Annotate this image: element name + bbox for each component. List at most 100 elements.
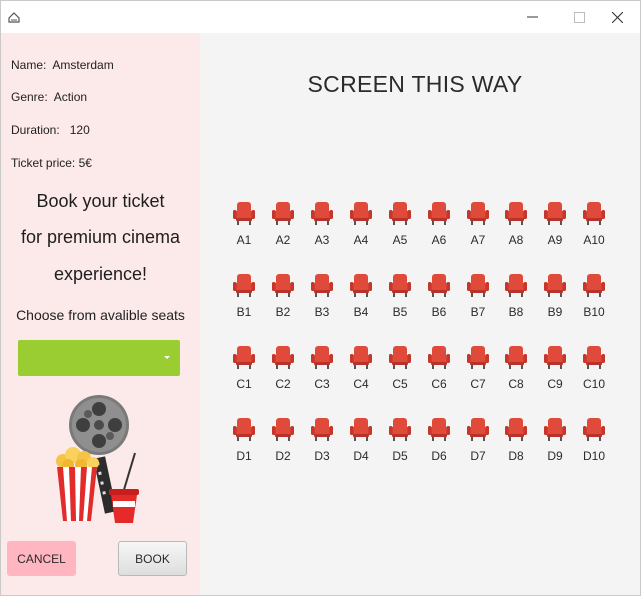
- seat-d10[interactable]: D10: [574, 417, 614, 479]
- ticket-price-row: Ticket price: 5€: [11, 156, 92, 170]
- seat-d1[interactable]: D1: [224, 417, 264, 479]
- seat-d7[interactable]: D7: [458, 417, 498, 479]
- seat-d2[interactable]: D2: [263, 417, 303, 479]
- seat-label: B3: [314, 305, 330, 319]
- cinema-seat-icon: [467, 346, 489, 369]
- seat-a7[interactable]: A7: [458, 201, 498, 263]
- cinema-seat-icon: [505, 274, 527, 297]
- seat-label: B4: [353, 305, 369, 319]
- cinema-seat-icon: [583, 202, 605, 225]
- minimize-button[interactable]: [509, 1, 555, 33]
- seat-b4[interactable]: B4: [341, 273, 381, 335]
- cinema-seat-icon: [467, 274, 489, 297]
- seat-a9[interactable]: A9: [535, 201, 575, 263]
- cinema-seat-icon: [505, 346, 527, 369]
- seat-label: B10: [583, 305, 605, 319]
- seat-label: B1: [236, 305, 252, 319]
- seat-d5[interactable]: D5: [380, 417, 420, 479]
- cinema-seat-icon: [428, 274, 450, 297]
- maximize-icon: [573, 11, 585, 23]
- cinema-seat-icon: [467, 418, 489, 441]
- seat-b8[interactable]: B8: [496, 273, 536, 335]
- movie-name-label: Name:: [11, 58, 47, 72]
- cinema-seat-icon: [428, 418, 450, 441]
- seat-b10[interactable]: B10: [574, 273, 614, 335]
- seat-d6[interactable]: D6: [419, 417, 459, 479]
- seat-c5[interactable]: C5: [380, 345, 420, 407]
- seat-label: A3: [314, 233, 330, 247]
- cinema-seat-icon: [233, 418, 255, 441]
- film-reel-popcorn-drink-icon: [56, 395, 139, 523]
- seat-c3[interactable]: C3: [302, 345, 342, 407]
- seat-a4[interactable]: A4: [341, 201, 381, 263]
- cinema-seat-icon: [389, 346, 411, 369]
- seat-label: C8: [508, 377, 524, 391]
- seat-label: B5: [392, 305, 408, 319]
- seat-b1[interactable]: B1: [224, 273, 264, 335]
- seat-a1[interactable]: A1: [224, 201, 264, 263]
- seat-d4[interactable]: D4: [341, 417, 381, 479]
- seat-c8[interactable]: C8: [496, 345, 536, 407]
- seat-b3[interactable]: B3: [302, 273, 342, 335]
- seat-d9[interactable]: D9: [535, 417, 575, 479]
- seat-a5[interactable]: A5: [380, 201, 420, 263]
- movie-duration-label: Duration:: [11, 123, 60, 137]
- seat-c10[interactable]: C10: [574, 345, 614, 407]
- ticket-price-label: Ticket price:: [11, 156, 76, 170]
- seat-label: D5: [392, 449, 408, 463]
- seat-a10[interactable]: A10: [574, 201, 614, 263]
- seat-label: A6: [431, 233, 447, 247]
- app-window: Name: Amsterdam Genre: Action Duration: …: [0, 0, 641, 596]
- cinema-seat-icon: [505, 418, 527, 441]
- cancel-button[interactable]: CANCEL: [7, 541, 76, 576]
- seat-label: A5: [392, 233, 408, 247]
- cinema-seat-icon: [311, 202, 333, 225]
- seat-c4[interactable]: C4: [341, 345, 381, 407]
- seat-label: C7: [470, 377, 486, 391]
- seat-c9[interactable]: C9: [535, 345, 575, 407]
- seat-label: D6: [431, 449, 447, 463]
- seat-label: A9: [547, 233, 563, 247]
- screen-direction-label: SCREEN THIS WAY: [307, 71, 523, 97]
- app-icon: [8, 12, 20, 23]
- seat-c7[interactable]: C7: [458, 345, 498, 407]
- seat-label: B6: [431, 305, 447, 319]
- seat-b5[interactable]: B5: [380, 273, 420, 335]
- cinema-seat-icon: [233, 202, 255, 225]
- seat-c6[interactable]: C6: [419, 345, 459, 407]
- seat-b9[interactable]: B9: [535, 273, 575, 335]
- seat-b6[interactable]: B6: [419, 273, 459, 335]
- seat-label: B8: [508, 305, 524, 319]
- seat-d8[interactable]: D8: [496, 417, 536, 479]
- cinema-seat-icon: [389, 274, 411, 297]
- seat-b7[interactable]: B7: [458, 273, 498, 335]
- cinema-seat-icon: [233, 274, 255, 297]
- seat-label: D4: [353, 449, 369, 463]
- seat-c2[interactable]: C2: [263, 345, 303, 407]
- seat-map-panel: SCREEN THIS WAY A1 A2 A3 A4 A5 A6 A7 A8 A9 A10 B1 B…: [200, 33, 640, 595]
- movie-duration-row: Duration: 120: [11, 123, 90, 137]
- cinema-seat-icon: [583, 274, 605, 297]
- seat-d3[interactable]: D3: [302, 417, 342, 479]
- seat-a3[interactable]: A3: [302, 201, 342, 263]
- cinema-seat-icon: [544, 274, 566, 297]
- cinema-seat-icon: [467, 202, 489, 225]
- cinema-seat-icon: [272, 346, 294, 369]
- seat-c1[interactable]: C1: [224, 345, 264, 407]
- book-button[interactable]: BOOK: [118, 541, 187, 576]
- movie-name-row: Name: Amsterdam: [11, 58, 114, 72]
- seat-label: C10: [582, 377, 605, 391]
- close-button[interactable]: [594, 1, 640, 33]
- cinema-seat-icon: [350, 274, 372, 297]
- seat-label: C1: [236, 377, 252, 391]
- seat-a8[interactable]: A8: [496, 201, 536, 263]
- cinema-seat-icon: [544, 418, 566, 441]
- cinema-seat-icon: [311, 346, 333, 369]
- promo-line-1: Book your ticket: [36, 191, 165, 211]
- seat-b2[interactable]: B2: [263, 273, 303, 335]
- seat-a6[interactable]: A6: [419, 201, 459, 263]
- seat-select-dropdown[interactable]: [18, 340, 180, 376]
- seat-label: B9: [547, 305, 563, 319]
- seat-label: C4: [353, 377, 369, 391]
- seat-a2[interactable]: A2: [263, 201, 303, 263]
